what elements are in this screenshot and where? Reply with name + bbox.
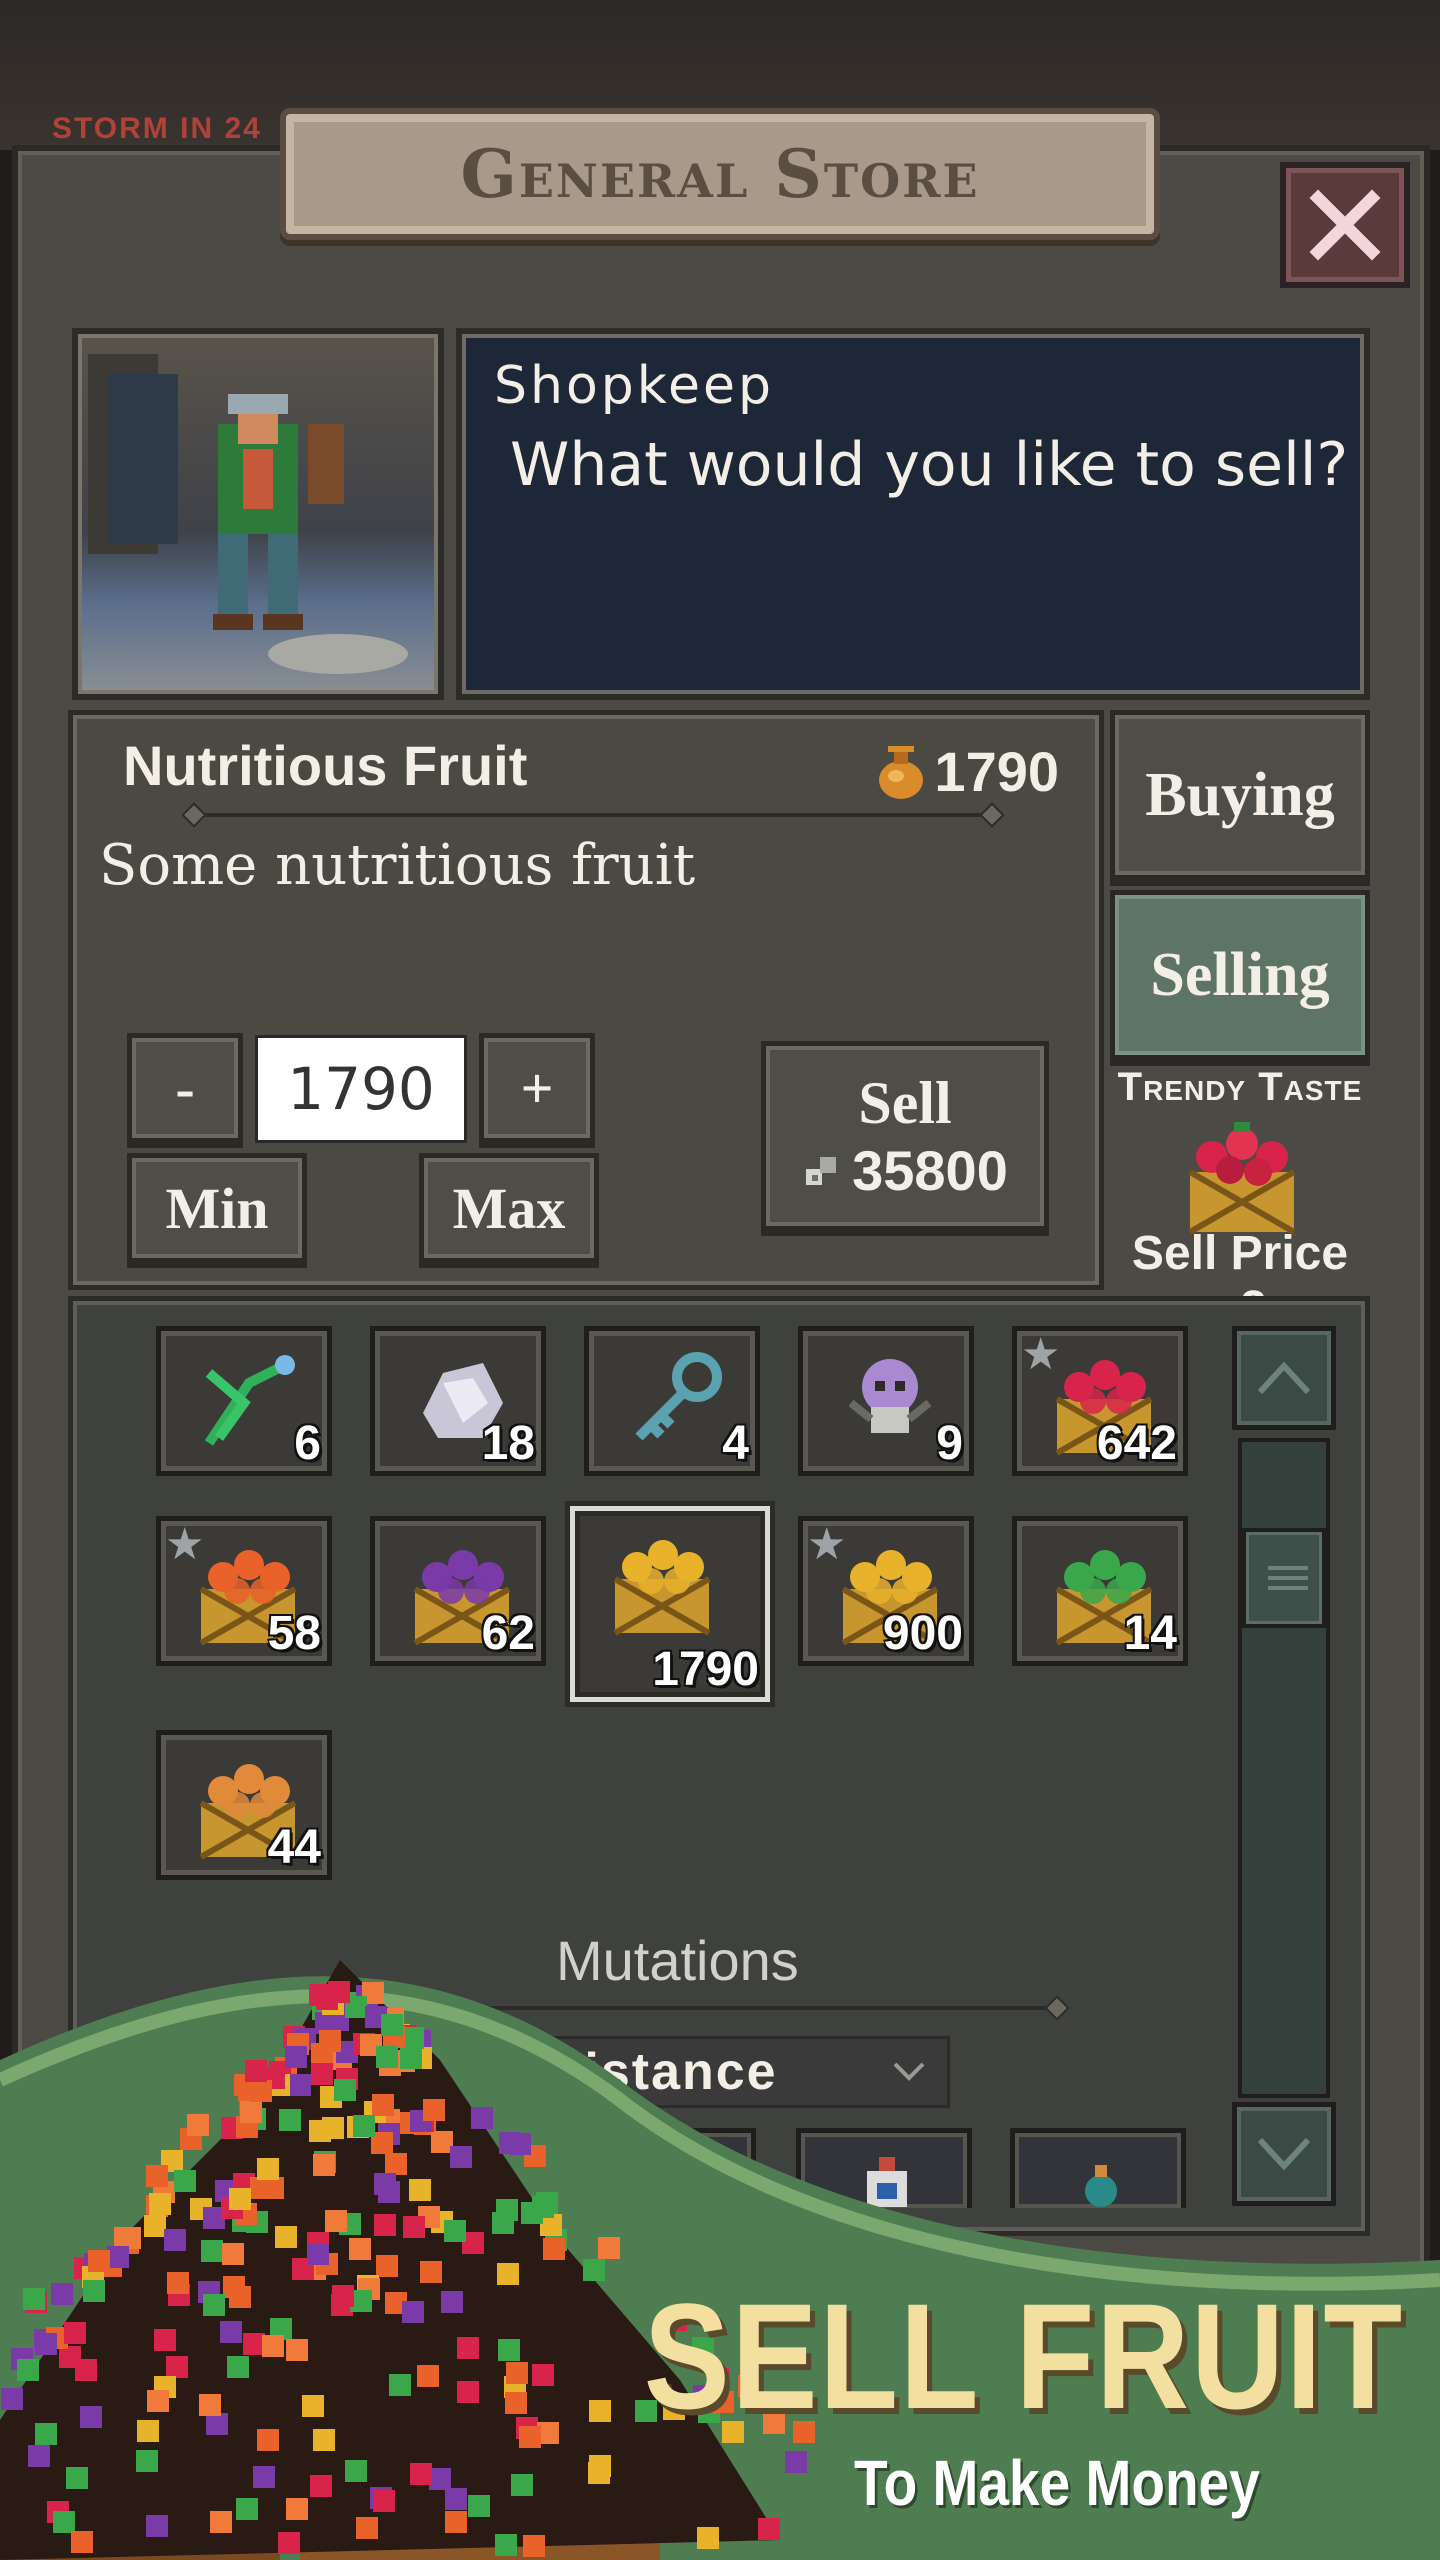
item-count: 44 bbox=[267, 1821, 321, 1874]
item-info-panel: Nutritious Fruit 1790 Some nutritious fr… bbox=[68, 710, 1104, 1290]
increment-button[interactable]: + bbox=[479, 1033, 595, 1143]
item-price-value: 1790 bbox=[934, 740, 1059, 803]
dialog-box: Shopkeep What would you like to sell? bbox=[456, 328, 1370, 700]
key-icon bbox=[635, 1352, 722, 1441]
coin-bag-icon bbox=[879, 745, 924, 799]
item-count: 642 bbox=[1096, 1417, 1177, 1470]
skull-charm-icon bbox=[848, 1359, 932, 1433]
item-name: Nutritious Fruit bbox=[123, 734, 528, 797]
item-price: 1790 bbox=[874, 739, 1059, 804]
item-count: 18 bbox=[481, 1417, 535, 1470]
star-icon: ★ bbox=[807, 1519, 847, 1570]
close-icon bbox=[1309, 189, 1381, 261]
inventory-slot[interactable]: 62 bbox=[370, 1516, 546, 1666]
chevron-up-icon bbox=[1257, 1361, 1311, 1395]
buying-tab[interactable]: Buying bbox=[1110, 710, 1370, 880]
item-count: 900 bbox=[882, 1607, 963, 1660]
item-count: 4 bbox=[722, 1417, 749, 1470]
speaker-name: Shopkeep bbox=[494, 356, 775, 416]
inventory-slot[interactable]: 44 bbox=[156, 1730, 332, 1880]
inventory-slot[interactable]: ★ 642 bbox=[1012, 1326, 1188, 1476]
item-count: 6 bbox=[294, 1417, 321, 1470]
fruit-pile-illustration bbox=[0, 1960, 815, 2560]
window-title: General Store bbox=[460, 135, 980, 213]
yellow-fruit-basket-icon bbox=[613, 1540, 711, 1636]
storm-timer: STORM IN 24 bbox=[52, 112, 262, 145]
inventory-slot[interactable]: 6 bbox=[156, 1326, 332, 1476]
coin-icon bbox=[806, 1156, 837, 1185]
inventory-slot[interactable]: 1790 bbox=[570, 1506, 770, 1702]
trend-title: Trendy Taste bbox=[1117, 1065, 1363, 1109]
grip-icon bbox=[1268, 1566, 1308, 1590]
scroll-thumb[interactable] bbox=[1242, 1528, 1326, 1628]
inventory-slot[interactable]: ★ 900 bbox=[798, 1516, 974, 1666]
close-button[interactable] bbox=[1280, 162, 1410, 288]
sell-button[interactable]: Sell 35800 bbox=[761, 1041, 1049, 1231]
inventory-slot[interactable]: 14 bbox=[1012, 1516, 1188, 1666]
item-count: 58 bbox=[267, 1607, 321, 1660]
promo-subtitle: To Make Money bbox=[854, 2447, 1260, 2519]
scroll-up-button[interactable] bbox=[1232, 1326, 1336, 1430]
red-fruit-basket-icon bbox=[1188, 1122, 1296, 1235]
inventory-slot[interactable]: ★ 58 bbox=[156, 1516, 332, 1666]
quantity-input[interactable]: 1790 bbox=[255, 1035, 467, 1143]
item-description: Some nutritious fruit bbox=[99, 833, 696, 898]
selling-tab[interactable]: Selling bbox=[1110, 890, 1370, 1060]
leaf-sprout-icon bbox=[204, 1355, 295, 1446]
shopkeeper-portrait bbox=[72, 328, 444, 700]
inventory-slot[interactable]: 18 bbox=[370, 1326, 546, 1476]
item-count: 9 bbox=[936, 1417, 963, 1470]
star-icon: ★ bbox=[165, 1519, 205, 1570]
item-divider bbox=[193, 813, 993, 817]
inventory-slot[interactable]: 4 bbox=[584, 1326, 760, 1476]
inventory-slot[interactable]: 9 bbox=[798, 1326, 974, 1476]
promo-title: SELL FRUIT bbox=[643, 2272, 1404, 2440]
min-button[interactable]: Min bbox=[127, 1153, 307, 1263]
decrement-button[interactable]: - bbox=[127, 1033, 243, 1143]
sell-label: Sell bbox=[858, 1070, 952, 1136]
item-count: 14 bbox=[1123, 1607, 1177, 1660]
sell-total: 35800 bbox=[852, 1139, 1008, 1202]
item-count: 1790 bbox=[652, 1643, 759, 1696]
max-button[interactable]: Max bbox=[419, 1153, 599, 1263]
title-banner: General Store bbox=[280, 108, 1160, 240]
star-icon: ★ bbox=[1021, 1329, 1061, 1380]
dialog-message: What would you like to sell? bbox=[510, 430, 1349, 500]
item-count: 62 bbox=[481, 1607, 535, 1660]
